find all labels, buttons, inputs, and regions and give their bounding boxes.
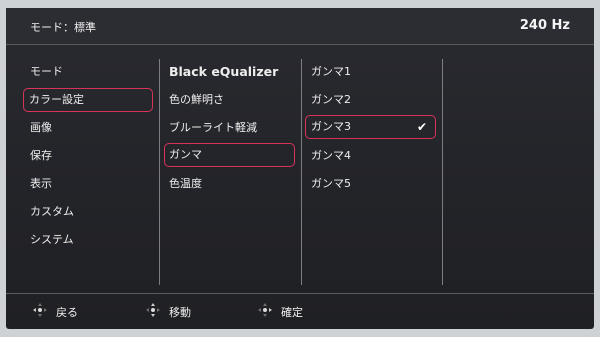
color-item-gamma[interactable]: ガンマ (164, 143, 295, 167)
color-item-blue-light-reduction[interactable]: ブルーライト軽減 (166, 117, 296, 139)
osd-menu: モード：標準 240 Hz モード カラー設定 画像 保存 表示 カスタム シス… (6, 8, 594, 329)
gamma-option-3[interactable]: ガンマ3 ✔ (305, 115, 436, 139)
confirm-label: 確定 (281, 306, 303, 319)
color-item-color-temperature[interactable]: 色温度 (166, 173, 296, 195)
move-hint[interactable]: 移動 (146, 303, 206, 319)
gamma-option-5[interactable]: ガンマ5 (308, 173, 433, 195)
gamma-option-1[interactable]: ガンマ1 (308, 61, 433, 83)
header-divider (6, 44, 594, 45)
dpad-updown-icon (146, 303, 160, 317)
color-item-black-equalizer[interactable]: Black eQualizer (166, 61, 296, 83)
column-divider-3 (442, 59, 443, 285)
gamma-option-2[interactable]: ガンマ2 (308, 89, 433, 111)
dpad-center-icon (258, 303, 272, 317)
move-label: 移動 (169, 306, 191, 319)
main-item-color-settings[interactable]: カラー設定 (23, 88, 153, 112)
main-item-display[interactable]: 表示 (26, 173, 146, 195)
main-item-image[interactable]: 画像 (26, 117, 146, 139)
main-item-mode[interactable]: モード (26, 61, 146, 83)
osd-footer: 戻る 移動 確定 (6, 291, 594, 329)
refresh-rate-label: 240 Hz (519, 18, 570, 33)
back-label: 戻る (56, 306, 78, 319)
color-item-vividness[interactable]: 色の鮮明さ (166, 89, 296, 111)
main-item-save[interactable]: 保存 (26, 145, 146, 167)
check-icon: ✔ (416, 120, 427, 134)
dpad-left-icon (33, 303, 47, 317)
back-hint[interactable]: 戻る (33, 303, 93, 319)
current-mode-label: モード：標準 (30, 21, 96, 34)
column-divider-1 (159, 59, 160, 285)
osd-header: モード：標準 240 Hz (6, 8, 594, 44)
confirm-hint[interactable]: 確定 (258, 303, 318, 319)
main-item-custom[interactable]: カスタム (26, 201, 146, 223)
main-item-system[interactable]: システム (26, 229, 146, 251)
gamma-option-4[interactable]: ガンマ4 (308, 145, 433, 167)
column-divider-2 (301, 59, 302, 285)
